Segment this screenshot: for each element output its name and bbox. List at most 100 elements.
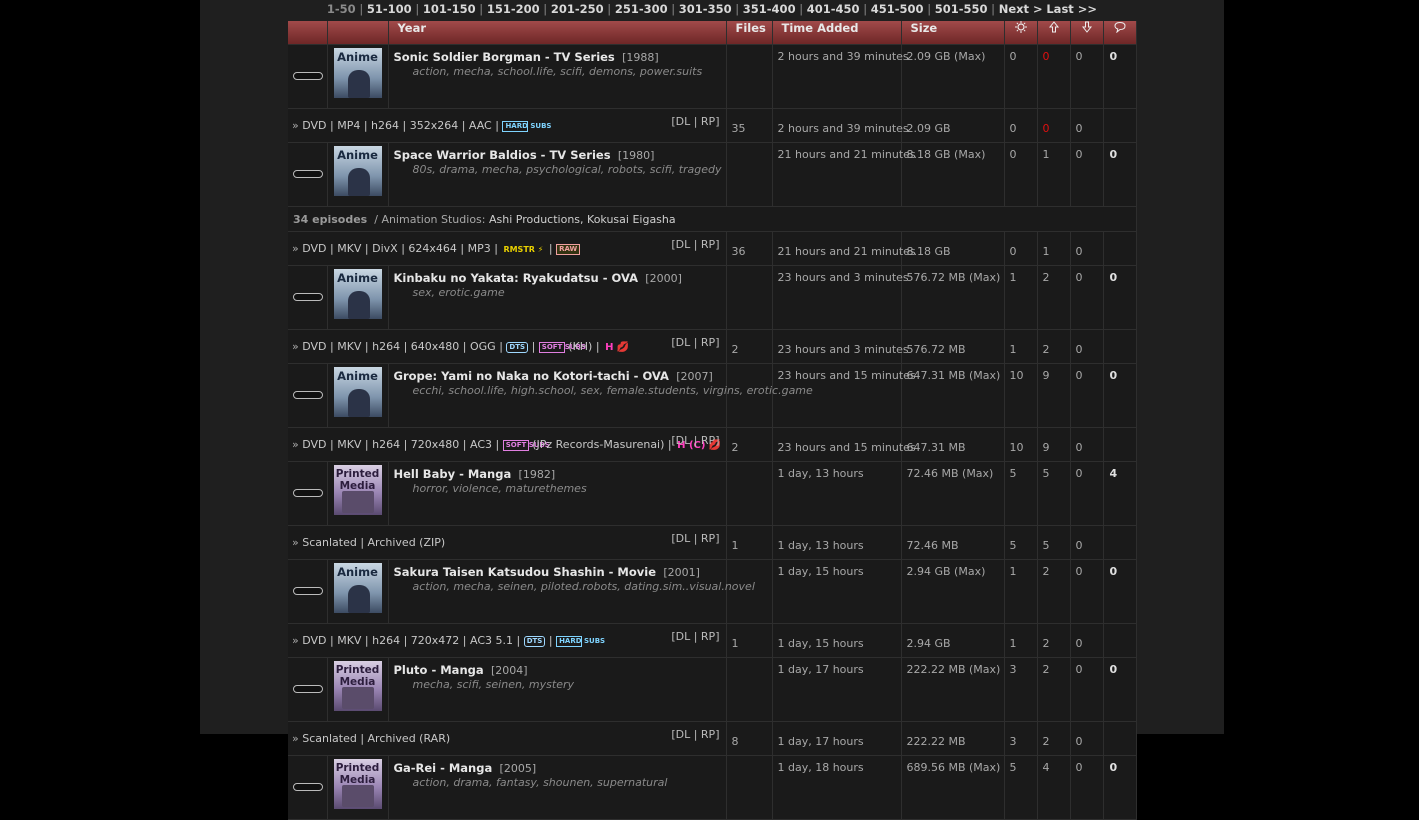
expand-toggle[interactable] — [293, 72, 323, 80]
comments-count[interactable]: 0 — [1103, 755, 1137, 820]
expand-toggle[interactable] — [293, 685, 323, 693]
series-tags[interactable]: action, drama, fantasy, shounen, superna… — [413, 776, 726, 789]
expand-toggle[interactable] — [293, 170, 323, 178]
series-title-link[interactable]: Hell Baby - Manga — [394, 467, 512, 481]
sun-icon[interactable] — [1004, 21, 1038, 45]
series-title-link[interactable]: Sonic Soldier Borgman - TV Series — [394, 50, 615, 64]
files-col-header[interactable]: Files — [726, 21, 773, 45]
download-report-links[interactable]: [DL | RP] — [671, 630, 719, 643]
leechers-count: 5 — [1037, 461, 1071, 526]
pager-link[interactable]: 101-150 — [423, 2, 476, 16]
thumb-cell: Anime — [327, 142, 389, 207]
pager-link[interactable]: 51-100 — [367, 2, 412, 16]
studios-list[interactable]: Ashi Productions, Kokusai Eigasha — [489, 213, 676, 226]
series-tags[interactable]: action, mecha, seinen, piloted.robots, d… — [413, 580, 755, 593]
year-col-header[interactable]: Year — [388, 21, 727, 45]
torrent-snatched: 0 — [1070, 721, 1104, 756]
torrent-info-link[interactable]: Scanlated | Archived (ZIP) — [302, 536, 445, 549]
size: 2.94 GB (Max) — [901, 559, 1005, 624]
category-thumbnail[interactable]: Anime — [333, 563, 382, 613]
series-tags[interactable]: mecha, scifi, seinen, mystery — [413, 678, 726, 691]
series-title-link[interactable]: Sakura Taisen Katsudou Shashin - Movie — [394, 565, 657, 579]
title-cell: Hell Baby - Manga [1982] horror, violenc… — [388, 461, 727, 526]
torrent-seeders: 1 — [1004, 329, 1038, 364]
speech-bubble-icon[interactable] — [1103, 21, 1137, 45]
download-report-links[interactable]: [DL | RP] — [671, 115, 719, 128]
pager-link[interactable]: 401-450 — [807, 2, 860, 16]
size: 222.22 MB (Max) — [901, 657, 1005, 722]
series-title-link[interactable]: Space Warrior Baldios - TV Series — [394, 148, 611, 162]
seeders-count: 1 — [1004, 265, 1038, 330]
series-title-link[interactable]: Ga-Rei - Manga — [394, 761, 493, 775]
pager-link[interactable]: 301-350 — [679, 2, 732, 16]
torrent-comments-cell — [1103, 721, 1137, 756]
series-tags[interactable]: ecchi, school.life, high.school, sex, fe… — [413, 384, 813, 397]
torrent-info-link[interactable]: DVD | MKV | h264 | 720x480 | AC3 | — [302, 438, 499, 451]
arrow-up-icon[interactable] — [1037, 21, 1071, 45]
expand-toggle[interactable] — [293, 489, 323, 497]
series-tags[interactable]: horror, violence, maturethemes — [413, 482, 726, 495]
comments-count[interactable]: 4 — [1103, 461, 1137, 526]
comments-count[interactable]: 0 — [1103, 142, 1137, 207]
pager-link[interactable]: 351-400 — [743, 2, 796, 16]
thumb-cell: Printed Media — [327, 461, 389, 526]
series-year: [2004] — [490, 664, 528, 677]
category-thumbnail[interactable]: Anime — [333, 48, 382, 98]
torrent-snatched: 0 — [1070, 329, 1104, 364]
download-report-links[interactable]: [DL | RP] — [671, 728, 719, 741]
time-added-col-header[interactable]: Time Added — [772, 21, 902, 45]
torrent-info-link[interactable]: DVD | MKV | h264 | 720x472 | AC3 5.1 | — [302, 634, 520, 647]
arrow-down-icon[interactable] — [1070, 21, 1104, 45]
download-report-links[interactable]: [DL | RP] — [671, 532, 719, 545]
expand-toggle[interactable] — [293, 391, 323, 399]
pager-link[interactable]: 251-300 — [615, 2, 668, 16]
torrent-info-link[interactable]: DVD | MKV | DivX | 624x464 | MP3 | — [302, 242, 498, 255]
series-tags[interactable]: 80s, drama, mecha, psychological, robots… — [413, 163, 726, 176]
download-report-links[interactable]: [DL | RP] — [671, 434, 719, 447]
category-thumbnail[interactable]: Printed Media — [333, 759, 382, 809]
torrent-description: » DVD | MKV | h264 | 640x480 | OGG | DTS… — [288, 329, 727, 364]
comments-count[interactable]: 0 — [1103, 559, 1137, 624]
pager-link[interactable]: 201-250 — [551, 2, 604, 16]
torrent-size: 8.18 GB — [901, 231, 1005, 266]
pager-separator: | — [475, 2, 487, 16]
category-thumbnail[interactable]: Anime — [333, 367, 382, 417]
torrent-leechers: 0 — [1037, 108, 1071, 143]
series-row: Printed Media Pluto - Manga [2004] mecha… — [288, 657, 1137, 722]
series-title-link[interactable]: Kinbaku no Yakata: Ryakudatsu - OVA — [394, 271, 638, 285]
episode-count: 34 episodes — [293, 212, 368, 226]
comments-count[interactable]: 0 — [1103, 657, 1137, 722]
series-title-link[interactable]: Grope: Yami no Naka no Kotori-tachi - OV… — [394, 369, 669, 383]
category-thumbnail[interactable]: Printed Media — [333, 465, 382, 515]
pager-next[interactable]: Next > — [999, 2, 1043, 16]
category-thumbnail[interactable]: Anime — [333, 146, 382, 196]
torrent-size: 576.72 MB — [901, 329, 1005, 364]
title-cell: Ga-Rei - Manga [2005] action, drama, fan… — [388, 755, 727, 820]
expand-toggle[interactable] — [293, 587, 323, 595]
thumbnail-figure — [347, 389, 370, 417]
category-thumbnail[interactable]: Anime — [333, 269, 382, 319]
expand-cell — [288, 363, 328, 428]
comments-count[interactable]: 0 — [1103, 265, 1137, 330]
pager-link[interactable]: 501-550 — [935, 2, 988, 16]
torrent-info-link[interactable]: DVD | MKV | h264 | 640x480 | OGG | — [302, 340, 503, 353]
comments-count[interactable]: 0 — [1103, 44, 1137, 109]
pager-link[interactable]: 451-500 — [871, 2, 924, 16]
torrent-description: » DVD | MKV | DivX | 624x464 | MP3 | RMS… — [288, 231, 727, 266]
series-tags[interactable]: sex, erotic.game — [413, 286, 726, 299]
expand-toggle[interactable] — [293, 783, 323, 791]
download-report-links[interactable]: [DL | RP] — [671, 336, 719, 349]
pager-link[interactable]: 151-200 — [487, 2, 540, 16]
pager-last[interactable]: Last >> — [1046, 2, 1097, 16]
files-cell — [726, 657, 773, 722]
size-col-header[interactable]: Size — [901, 21, 1005, 45]
size: 2.09 GB (Max) — [901, 44, 1005, 109]
series-tags[interactable]: action, mecha, school.life, scifi, demon… — [413, 65, 726, 78]
series-title-link[interactable]: Pluto - Manga — [394, 663, 484, 677]
torrent-table: Year Files Time Added Size Anime Sonic S… — [288, 21, 1137, 820]
download-report-links[interactable]: [DL | RP] — [671, 238, 719, 251]
expand-toggle[interactable] — [293, 293, 323, 301]
torrent-info-link[interactable]: DVD | MP4 | h264 | 352x264 | AAC | — [302, 119, 499, 132]
category-thumbnail[interactable]: Printed Media — [333, 661, 382, 711]
comments-count[interactable]: 0 — [1103, 363, 1137, 428]
